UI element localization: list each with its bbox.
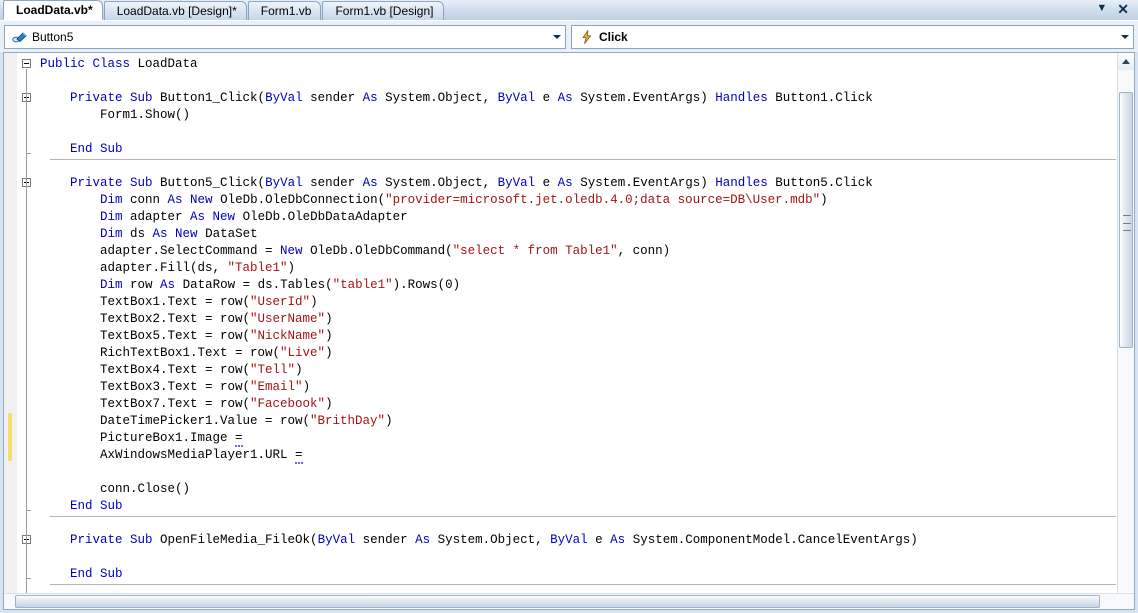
code-editor-surface[interactable]: Public Class LoadData Private Sub Button… bbox=[3, 52, 1135, 610]
class-selector-value: Button5 bbox=[32, 30, 74, 44]
code-line[interactable]: TextBox1.Text = row("UserId") bbox=[40, 294, 933, 311]
code-line[interactable]: DateTimePicker1.Value = row("BrithDay") bbox=[40, 413, 933, 430]
unsaved-change-bar bbox=[8, 413, 12, 461]
code-line[interactable] bbox=[40, 464, 933, 481]
code-line[interactable]: Form1.Show() bbox=[40, 107, 933, 124]
member-selector-value: Click bbox=[599, 30, 628, 44]
tab-strip-controls: ▼ ✕ bbox=[1096, 0, 1138, 20]
vertical-scrollbar-thumb[interactable] bbox=[1119, 92, 1133, 348]
horizontal-scrollbar-thumb[interactable] bbox=[15, 595, 1101, 608]
code-line[interactable]: Dim ds As New DataSet bbox=[40, 226, 933, 243]
document-tab-active[interactable]: LoadData.vb* bbox=[3, 0, 103, 20]
code-line[interactable]: Dim adapter As New OleDb.OleDbDataAdapte… bbox=[40, 209, 933, 226]
member-selector-chevron-down-icon[interactable] bbox=[1116, 26, 1133, 48]
object-icon bbox=[10, 29, 30, 45]
code-folding-margin[interactable] bbox=[19, 53, 36, 609]
vertical-scrollbar[interactable] bbox=[1117, 53, 1134, 609]
code-line[interactable]: adapter.SelectCommand = New OleDb.OleDbC… bbox=[40, 243, 933, 260]
code-line[interactable]: adapter.Fill(ds, "Table1") bbox=[40, 260, 933, 277]
code-line[interactable]: AxWindowsMediaPlayer1.URL = bbox=[40, 447, 933, 464]
fold-connector-line bbox=[26, 545, 27, 579]
active-files-dropdown-icon[interactable]: ▼ bbox=[1096, 3, 1107, 14]
fold-connector-line bbox=[26, 188, 27, 511]
class-selector-combobox[interactable]: Button5 bbox=[4, 25, 566, 49]
code-line[interactable] bbox=[40, 73, 933, 90]
document-tab-label: Form1.vb [Design] bbox=[335, 4, 434, 18]
document-tab-label: Form1.vb bbox=[260, 4, 312, 18]
code-line[interactable] bbox=[40, 124, 933, 141]
code-line[interactable]: End Sub bbox=[40, 498, 933, 515]
indicator-margin bbox=[4, 53, 18, 609]
code-line[interactable]: TextBox7.Text = row("Facebook") bbox=[40, 396, 933, 413]
code-line[interactable] bbox=[40, 158, 933, 175]
code-line[interactable]: Private Sub OpenFileMedia_FileOk(ByVal s… bbox=[40, 532, 933, 549]
member-selector-combobox[interactable]: Click bbox=[571, 25, 1134, 49]
fold-collapse-icon[interactable] bbox=[22, 59, 31, 68]
document-tab-strip: LoadData.vb* LoadData.vb [Design]* Form1.v… bbox=[0, 0, 1138, 20]
horizontal-scrollbar[interactable] bbox=[4, 593, 1134, 609]
code-line[interactable]: Dim row As DataRow = ds.Tables("table1")… bbox=[40, 277, 933, 294]
code-line[interactable]: TextBox4.Text = row("Tell") bbox=[40, 362, 933, 379]
document-tab-label: LoadData.vb [Design]* bbox=[116, 4, 237, 18]
code-line[interactable]: Public Class LoadData bbox=[40, 56, 933, 73]
document-tab[interactable]: Form1.vb bbox=[247, 1, 322, 20]
code-text-area[interactable]: Public Class LoadData Private Sub Button… bbox=[36, 53, 1134, 609]
code-line[interactable]: conn.Close() bbox=[40, 481, 933, 498]
close-document-icon[interactable]: ✕ bbox=[1117, 2, 1129, 16]
code-line[interactable]: TextBox2.Text = row("UserName") bbox=[40, 311, 933, 328]
code-line[interactable]: PictureBox1.Image = bbox=[40, 430, 933, 447]
document-tab[interactable]: Form1.vb [Design] bbox=[322, 1, 444, 20]
code-line[interactable] bbox=[40, 549, 933, 566]
code-line[interactable]: Private Sub Button5_Click(ByVal sender A… bbox=[40, 175, 933, 192]
scroll-up-button[interactable] bbox=[1118, 53, 1134, 70]
document-tab-label: LoadData.vb* bbox=[16, 3, 93, 17]
source-code[interactable]: Public Class LoadData Private Sub Button… bbox=[40, 56, 933, 609]
code-line[interactable] bbox=[40, 515, 933, 532]
code-line[interactable]: TextBox5.Text = row("NickName") bbox=[40, 328, 933, 345]
navigation-bar: Button5 Click bbox=[0, 20, 1138, 52]
document-tabs: LoadData.vb* LoadData.vb [Design]* Form1.v… bbox=[3, 0, 445, 20]
lightning-event-icon bbox=[577, 29, 597, 45]
document-tab[interactable]: LoadData.vb [Design]* bbox=[103, 1, 247, 20]
code-line[interactable]: TextBox3.Text = row("Email") bbox=[40, 379, 933, 396]
code-line[interactable]: Private Sub Button1_Click(ByVal sender A… bbox=[40, 90, 933, 107]
vs-code-editor-window: LoadData.vb* LoadData.vb [Design]* Form1.v… bbox=[0, 0, 1138, 613]
fold-connector-line bbox=[26, 103, 27, 154]
code-line[interactable]: Dim conn As New OleDb.OleDbConnection("p… bbox=[40, 192, 933, 209]
code-line[interactable]: End Sub bbox=[40, 141, 933, 158]
code-line[interactable]: End Sub bbox=[40, 566, 933, 583]
class-selector-chevron-down-icon[interactable] bbox=[548, 26, 565, 48]
code-line[interactable]: RichTextBox1.Text = row("Live") bbox=[40, 345, 933, 362]
